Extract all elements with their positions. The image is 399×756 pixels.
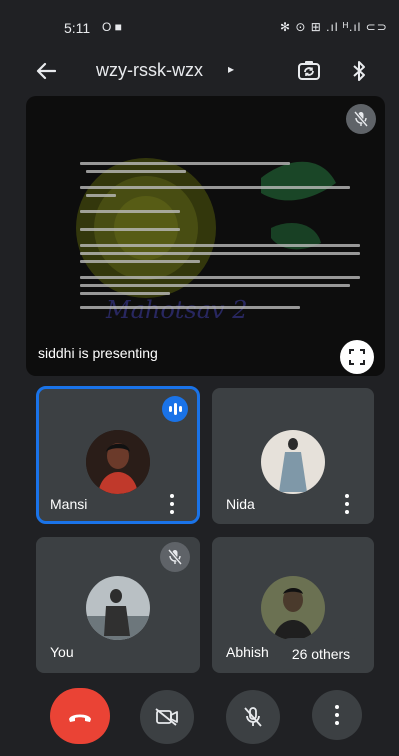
avatar-photo — [261, 576, 325, 640]
fullscreen-icon — [349, 349, 365, 365]
slide-text-line — [80, 252, 360, 255]
dot — [345, 494, 349, 498]
meeting-code[interactable]: wzy-rssk-wzx — [96, 60, 203, 81]
microphone-toggle-button[interactable] — [226, 690, 280, 744]
status-time: 5:11 — [64, 20, 91, 36]
audio-bar — [173, 403, 177, 415]
audio-bar — [178, 406, 182, 412]
presentation-tile[interactable]: Mahotsav 2 — [26, 96, 385, 376]
others-count-chip[interactable]: 26 others — [275, 638, 367, 670]
status-notification-icons: O ■ — [102, 20, 122, 34]
mic-off-icon — [244, 707, 262, 727]
camera-off-icon — [155, 708, 178, 726]
switch-camera-button[interactable] — [292, 56, 326, 86]
participant-name: Mansi — [50, 496, 88, 512]
dot — [335, 705, 339, 709]
mic-off-icon — [354, 111, 368, 127]
avatar-photo — [86, 576, 150, 640]
slide-text-line — [80, 284, 350, 287]
dot — [345, 510, 349, 514]
svg-text:Mahotsav 2: Mahotsav 2 — [105, 296, 248, 324]
avatar — [261, 430, 325, 494]
end-call-button[interactable] — [50, 688, 110, 744]
speaking-indicator — [162, 396, 188, 422]
slide-text-line — [80, 186, 350, 189]
phone-hangup-icon — [69, 714, 91, 722]
fullscreen-button[interactable] — [340, 340, 374, 374]
dot — [170, 502, 174, 506]
dot — [170, 510, 174, 514]
avatar-photo — [86, 430, 150, 494]
self-muted-indicator — [160, 542, 190, 572]
switch-camera-icon — [298, 61, 320, 80]
status-system-icons: ✻ ⊙ ⊞ .ıl ᴴ.ıl ⊂⊃ — [280, 20, 388, 34]
slide-text-line — [80, 306, 300, 309]
avatar — [86, 576, 150, 640]
participant-options-button[interactable] — [339, 494, 355, 514]
caret-right-icon[interactable]: ▸ — [228, 62, 234, 76]
dot — [335, 721, 339, 725]
arrow-left-icon — [36, 62, 56, 80]
dot — [170, 494, 174, 498]
audio-output-button[interactable] — [344, 56, 374, 86]
slide-text-line — [86, 194, 116, 197]
camera-toggle-button[interactable] — [140, 690, 194, 744]
slide-text-line — [86, 170, 186, 173]
presenter-label: siddhi is presenting — [38, 345, 158, 361]
slide-text-line — [80, 228, 180, 231]
slide-text-line — [80, 162, 290, 165]
avatar — [261, 576, 325, 640]
presenter-muted-indicator — [346, 104, 376, 134]
dot — [345, 502, 349, 506]
participant-options-button[interactable] — [164, 494, 180, 514]
slide-text-line — [80, 244, 360, 247]
participant-name: You — [50, 644, 74, 660]
more-options-button[interactable] — [312, 690, 362, 740]
slide-text-line — [80, 292, 170, 295]
slide-text-line — [80, 276, 360, 279]
mic-off-icon — [168, 549, 182, 565]
participant-name: Abhish — [226, 644, 269, 660]
slide-text-line — [80, 210, 180, 213]
audio-bar — [168, 406, 172, 412]
avatar — [86, 430, 150, 494]
back-button[interactable] — [30, 56, 62, 86]
shared-slide: Mahotsav 2 — [46, 118, 366, 338]
participant-name: Nida — [226, 496, 255, 512]
avatar-photo — [261, 430, 325, 494]
dot — [335, 713, 339, 717]
slide-text-line — [80, 260, 200, 263]
more-vert-icon — [329, 705, 345, 725]
bluetooth-icon — [353, 61, 365, 81]
